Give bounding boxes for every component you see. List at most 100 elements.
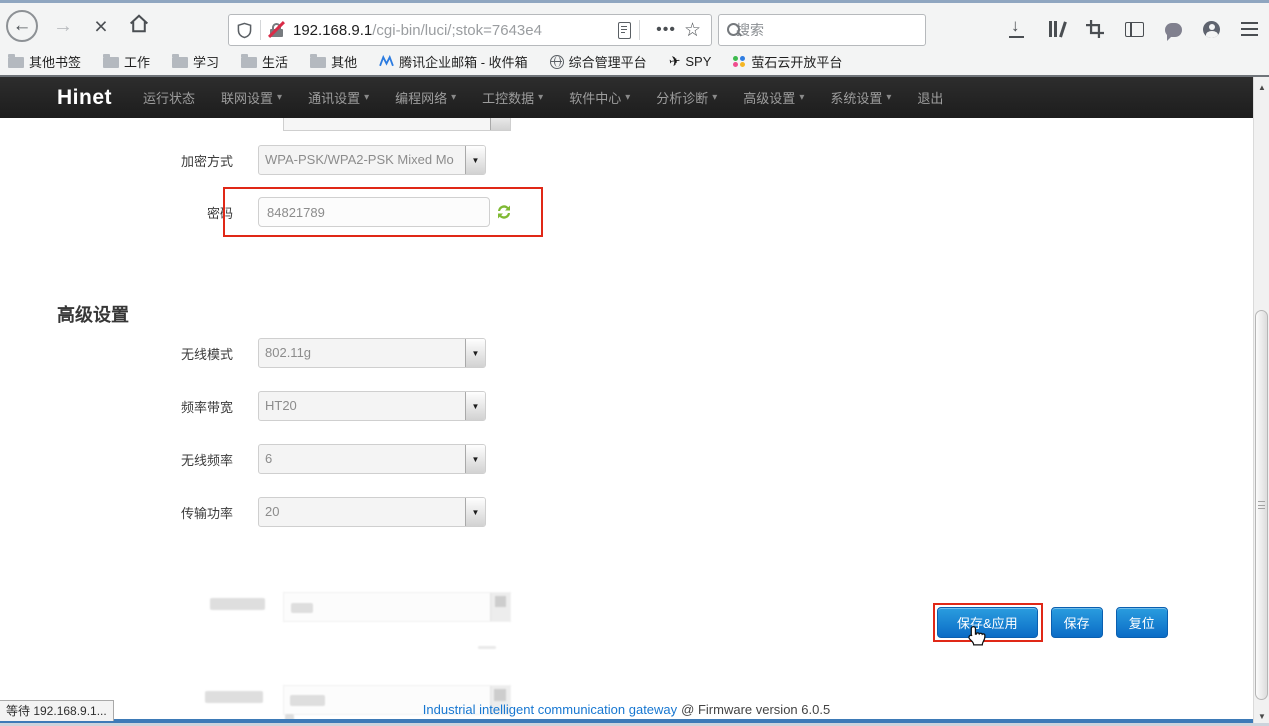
form-row-encryption: 加密方式 WPA-PSK/WPA2-PSK Mixed Mo: [143, 145, 486, 175]
bookmark-label: 工作: [124, 52, 150, 71]
form-row-bandwidth: 频率带宽 HT20: [143, 391, 486, 421]
bookmark-item[interactable]: 萤石云开放平台: [733, 52, 842, 71]
nav-item-diagnostics[interactable]: 分析诊断: [656, 88, 717, 107]
account-icon[interactable]: [1203, 21, 1220, 38]
home-button[interactable]: [126, 14, 152, 39]
plane-icon: ✈: [668, 52, 682, 70]
footer-link[interactable]: Industrial intelligent communication gat…: [423, 702, 677, 717]
scrollbar-grip: [1258, 501, 1265, 509]
select-arrow-icon[interactable]: [465, 445, 485, 473]
section-title: 高级设置: [57, 301, 129, 327]
nav-item-advanced-settings[interactable]: 高级设置: [743, 88, 804, 107]
bookmark-item[interactable]: 学习: [172, 52, 219, 71]
back-icon: ←: [13, 15, 32, 37]
nav-item-logout[interactable]: 退出: [917, 88, 943, 107]
forward-button[interactable]: →: [50, 15, 76, 38]
bookmark-item[interactable]: 生活: [241, 52, 288, 71]
page-actions-icon[interactable]: •••: [656, 21, 676, 39]
stop-button[interactable]: ×: [88, 13, 114, 40]
bookmark-item[interactable]: 腾讯企业邮箱 - 收件箱: [379, 52, 528, 71]
search-input[interactable]: [736, 22, 917, 38]
select-value: 802.11g: [259, 339, 465, 367]
reader-mode-icon[interactable]: [618, 22, 631, 39]
divider: [260, 20, 261, 40]
bookmark-label: 学习: [193, 52, 219, 71]
folder-icon: [8, 57, 24, 68]
search-bar[interactable]: [718, 14, 926, 46]
field-label: 传输功率: [143, 503, 258, 522]
form-row-tx-power: 传输功率 20: [143, 497, 486, 527]
select-arrow-icon[interactable]: [465, 146, 485, 174]
bookmark-label: 综合管理平台: [569, 52, 647, 71]
shield-icon: [237, 22, 252, 39]
save-apply-button[interactable]: 保存&应用: [937, 607, 1038, 638]
channel-select[interactable]: 6: [258, 444, 486, 474]
home-icon: [129, 14, 149, 33]
nav-item-network-settings[interactable]: 联网设置: [221, 88, 282, 107]
bookmark-label: 生活: [262, 52, 288, 71]
clipped-select: [283, 118, 511, 131]
menu-icon[interactable]: [1241, 22, 1258, 36]
folder-icon: [172, 57, 188, 68]
nav-item-software-center[interactable]: 软件中心: [569, 88, 630, 107]
address-bar[interactable]: 192.168.9.1/cgi-bin/luci/;stok=7643e4 ••…: [228, 14, 712, 46]
bookmark-label: 腾讯企业邮箱 - 收件箱: [399, 52, 528, 71]
sidebar-icon[interactable]: [1125, 22, 1144, 37]
nav-item-comm-settings[interactable]: 通讯设置: [308, 88, 369, 107]
save-button[interactable]: 保存: [1051, 607, 1103, 638]
refresh-icon[interactable]: [496, 204, 512, 220]
field-label: 频率带宽: [143, 397, 258, 416]
page-footer: Industrial intelligent communication gat…: [0, 702, 1253, 717]
bookmark-item[interactable]: 工作: [103, 52, 150, 71]
library-icon[interactable]: [1047, 20, 1065, 38]
nav-item-status[interactable]: 运行状态: [143, 88, 195, 107]
bookmark-item[interactable]: 其他书签: [8, 52, 81, 71]
scrollbar-up-icon[interactable]: ▲: [1254, 79, 1269, 95]
bookmarks-bar: 其他书签 工作 学习 生活 其他 腾讯企业邮箱 - 收件箱 综合管理平台 ✈SP…: [0, 48, 1269, 77]
nav-item-industrial-data[interactable]: 工控数据: [482, 88, 543, 107]
encryption-select[interactable]: WPA-PSK/WPA2-PSK Mixed Mo: [258, 145, 486, 175]
select-arrow-icon[interactable]: [465, 498, 485, 526]
select-value: 6: [259, 445, 465, 473]
back-button[interactable]: ←: [6, 10, 38, 42]
nav-item-programming-network[interactable]: 编程网络: [395, 88, 456, 107]
bookmark-item[interactable]: ✈SPY: [669, 53, 712, 70]
insecure-lock-icon[interactable]: [269, 22, 285, 38]
folder-icon: [103, 57, 119, 68]
field-label: 加密方式: [143, 151, 258, 170]
bookmark-label: 萤石云开放平台: [751, 52, 842, 71]
field-label: 密码: [143, 203, 258, 222]
screenshot-icon[interactable]: [1086, 20, 1104, 38]
select-arrow-icon[interactable]: [465, 392, 485, 420]
site-navbar: Hinet 运行状态 联网设置 通讯设置 编程网络 工控数据 软件中心 分析诊断…: [0, 77, 1253, 118]
stop-icon: ×: [94, 13, 107, 39]
forward-icon: →: [53, 15, 73, 37]
scrollbar-thumb[interactable]: [1255, 310, 1268, 700]
reset-button[interactable]: 复位: [1116, 607, 1168, 638]
page-content: 加密方式 WPA-PSK/WPA2-PSK Mixed Mo 密码 高: [0, 118, 1253, 726]
nav-item-system-settings[interactable]: 系统设置: [830, 88, 891, 107]
field-label: 无线频率: [143, 450, 258, 469]
tx-power-select[interactable]: 20: [258, 497, 486, 527]
bookmark-label: SPY: [685, 54, 711, 69]
form-row-channel: 无线频率 6: [143, 444, 486, 474]
password-input[interactable]: [258, 197, 490, 227]
tencent-exmail-icon: [379, 55, 394, 68]
form-row-password: 密码: [143, 197, 512, 227]
cursor-icon: [966, 625, 987, 648]
scrollbar[interactable]: ▲ ▼: [1253, 77, 1269, 726]
bookmark-item[interactable]: 综合管理平台: [550, 52, 647, 71]
site-brand[interactable]: Hinet: [57, 86, 112, 110]
bookmark-label: 其他: [331, 52, 357, 71]
bandwidth-select[interactable]: HT20: [258, 391, 486, 421]
bookmark-star-icon[interactable]: ☆: [684, 19, 701, 42]
scrollbar-down-icon[interactable]: ▼: [1254, 708, 1269, 724]
select-value: HT20: [259, 392, 465, 420]
download-icon[interactable]: [1008, 20, 1026, 38]
bookmark-item[interactable]: 其他: [310, 52, 357, 71]
select-arrow-icon[interactable]: [465, 339, 485, 367]
browser-window: ← → × 192.168.9.1/cgi-bin/luci/;stok=764…: [0, 0, 1269, 726]
url-text: 192.168.9.1/cgi-bin/luci/;stok=7643e4: [293, 22, 618, 39]
chat-bubble-icon[interactable]: [1165, 23, 1182, 37]
wireless-mode-select[interactable]: 802.11g: [258, 338, 486, 368]
